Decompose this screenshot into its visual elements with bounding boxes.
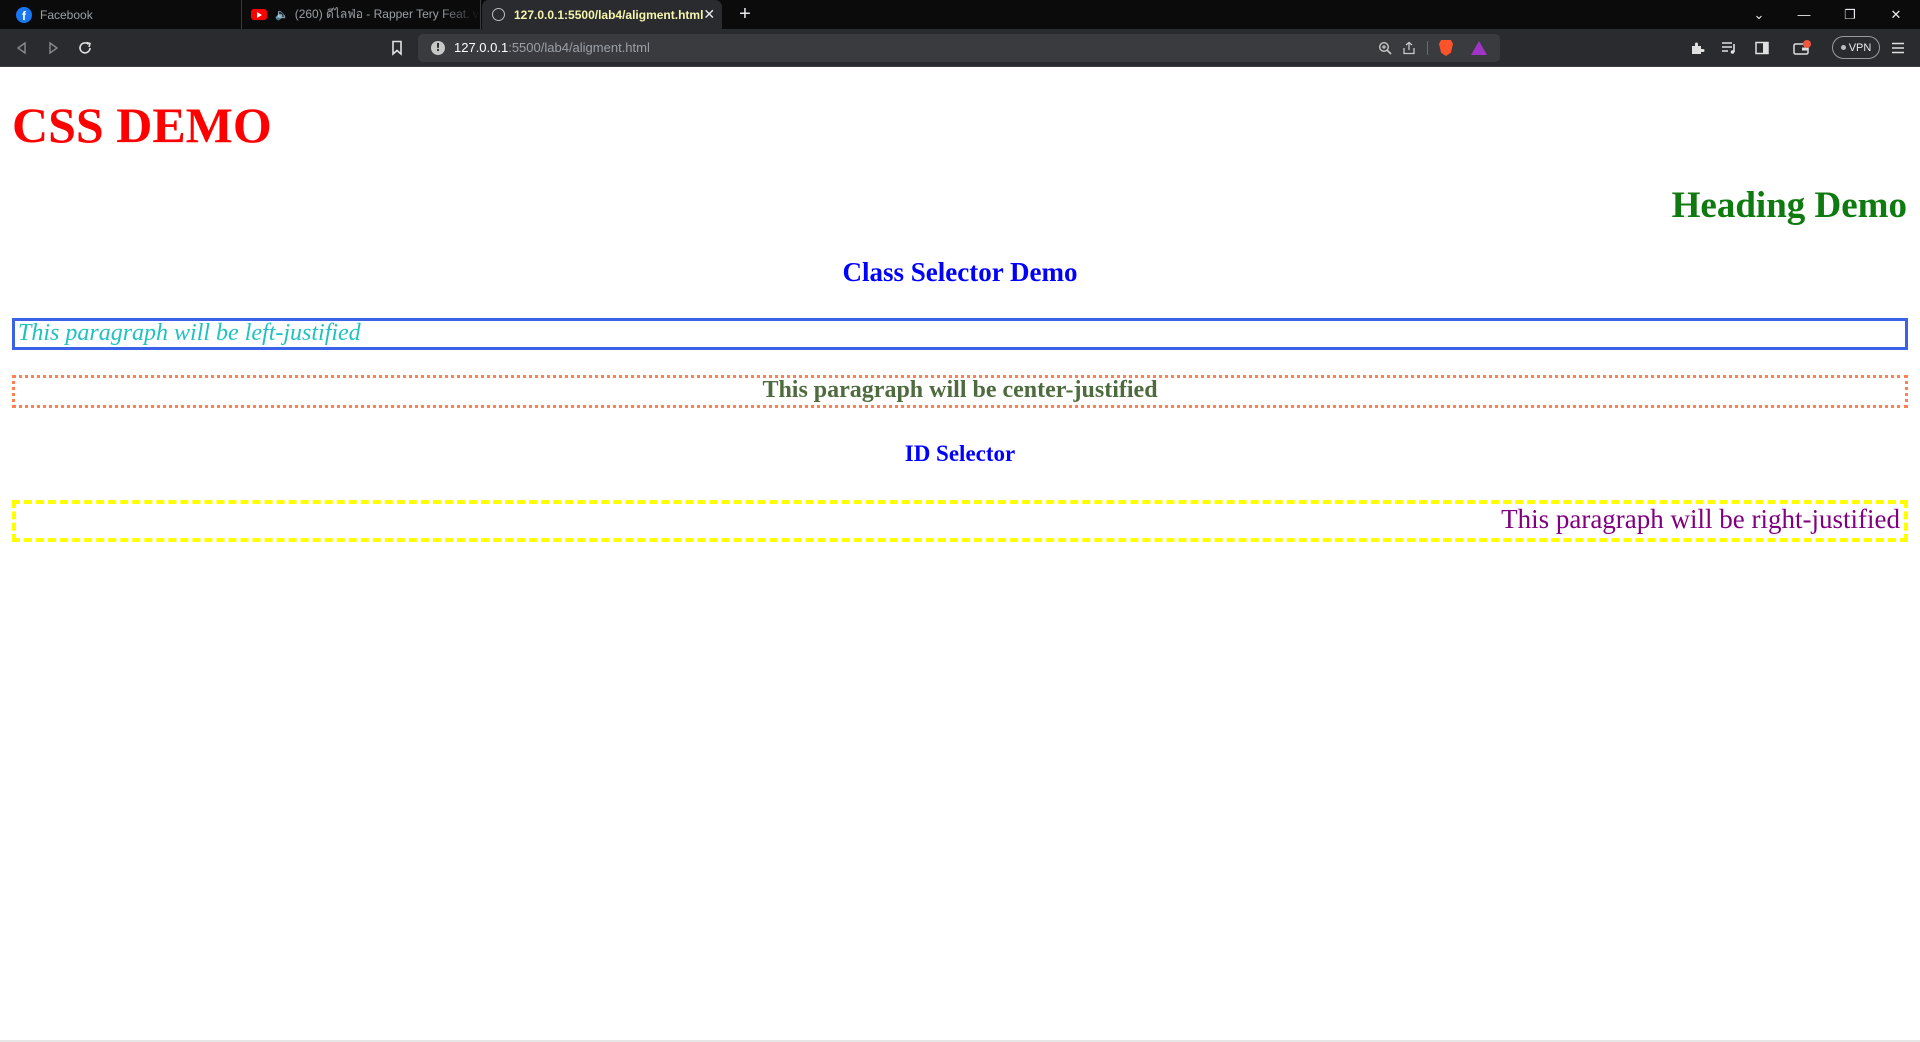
tab-youtube[interactable]: 🔈 (260) ดีไลฟ่อ - Rapper Tery Feat. vic [243,0,481,29]
bookmark-icon[interactable] [385,36,409,60]
tab-search-icon[interactable]: ⌄ [1736,0,1782,29]
reload-button[interactable] [73,36,97,60]
new-tab-button[interactable]: + [734,3,756,25]
browser-toolbar: ! 127.0.0.1:5500/lab4/aligment.html VPN [0,29,1920,67]
tab-facebook[interactable]: f Facebook [0,0,242,29]
url-text: 127.0.0.1:5500/lab4/aligment.html [454,40,650,55]
extensions-icon[interactable] [1685,36,1709,60]
speaker-icon[interactable]: 🔈 [275,8,289,21]
class-selector-heading: Class Selector Demo [842,257,1078,287]
right-justified-paragraph: This paragraph will be right-justified [12,500,1908,542]
youtube-icon [251,7,267,23]
tab-title: 127.0.0.1:5500/lab4/aligment.html [514,7,704,22]
address-bar[interactable]: ! 127.0.0.1:5500/lab4/aligment.html [418,34,1500,62]
vpn-button[interactable]: VPN [1832,36,1880,59]
menu-icon[interactable] [1886,36,1910,60]
restore-button[interactable]: ❐ [1827,0,1873,29]
center-justified-paragraph: This paragraph will be center-justified [12,375,1908,408]
brave-rewards-icon[interactable] [1470,39,1488,57]
brave-shields-icon[interactable] [1437,39,1455,57]
tab-title: Facebook [40,7,93,22]
zoom-icon[interactable] [1376,39,1394,57]
close-tab-icon[interactable]: ✕ [703,6,715,23]
globe-icon [490,7,506,23]
close-window-button[interactable]: ✕ [1873,0,1919,29]
tab-strip: f Facebook 🔈 (260) ดีไลฟ่อ - Rapper Tery… [0,0,1920,29]
wallet-icon[interactable] [1790,36,1814,60]
share-icon[interactable] [1400,39,1418,57]
page-title: CSS DEMO [12,97,272,153]
notification-badge [1803,40,1811,48]
facebook-icon: f [16,6,32,23]
left-justified-paragraph: This paragraph will be left-justified [12,318,1908,350]
sidebar-icon[interactable] [1750,36,1774,60]
playlist-icon[interactable] [1717,36,1741,60]
heading-demo: Heading Demo [1671,185,1907,226]
site-info-icon[interactable]: ! [431,41,445,55]
page-viewport: CSS DEMO Heading Demo Class Selector Dem… [0,68,1920,1042]
id-selector-heading: ID Selector [904,441,1016,466]
tab-active-page[interactable]: 127.0.0.1:5500/lab4/aligment.html ✕ [482,0,722,29]
back-button[interactable] [10,36,34,60]
forward-button[interactable] [41,36,65,60]
minimize-button[interactable]: — [1781,0,1827,29]
